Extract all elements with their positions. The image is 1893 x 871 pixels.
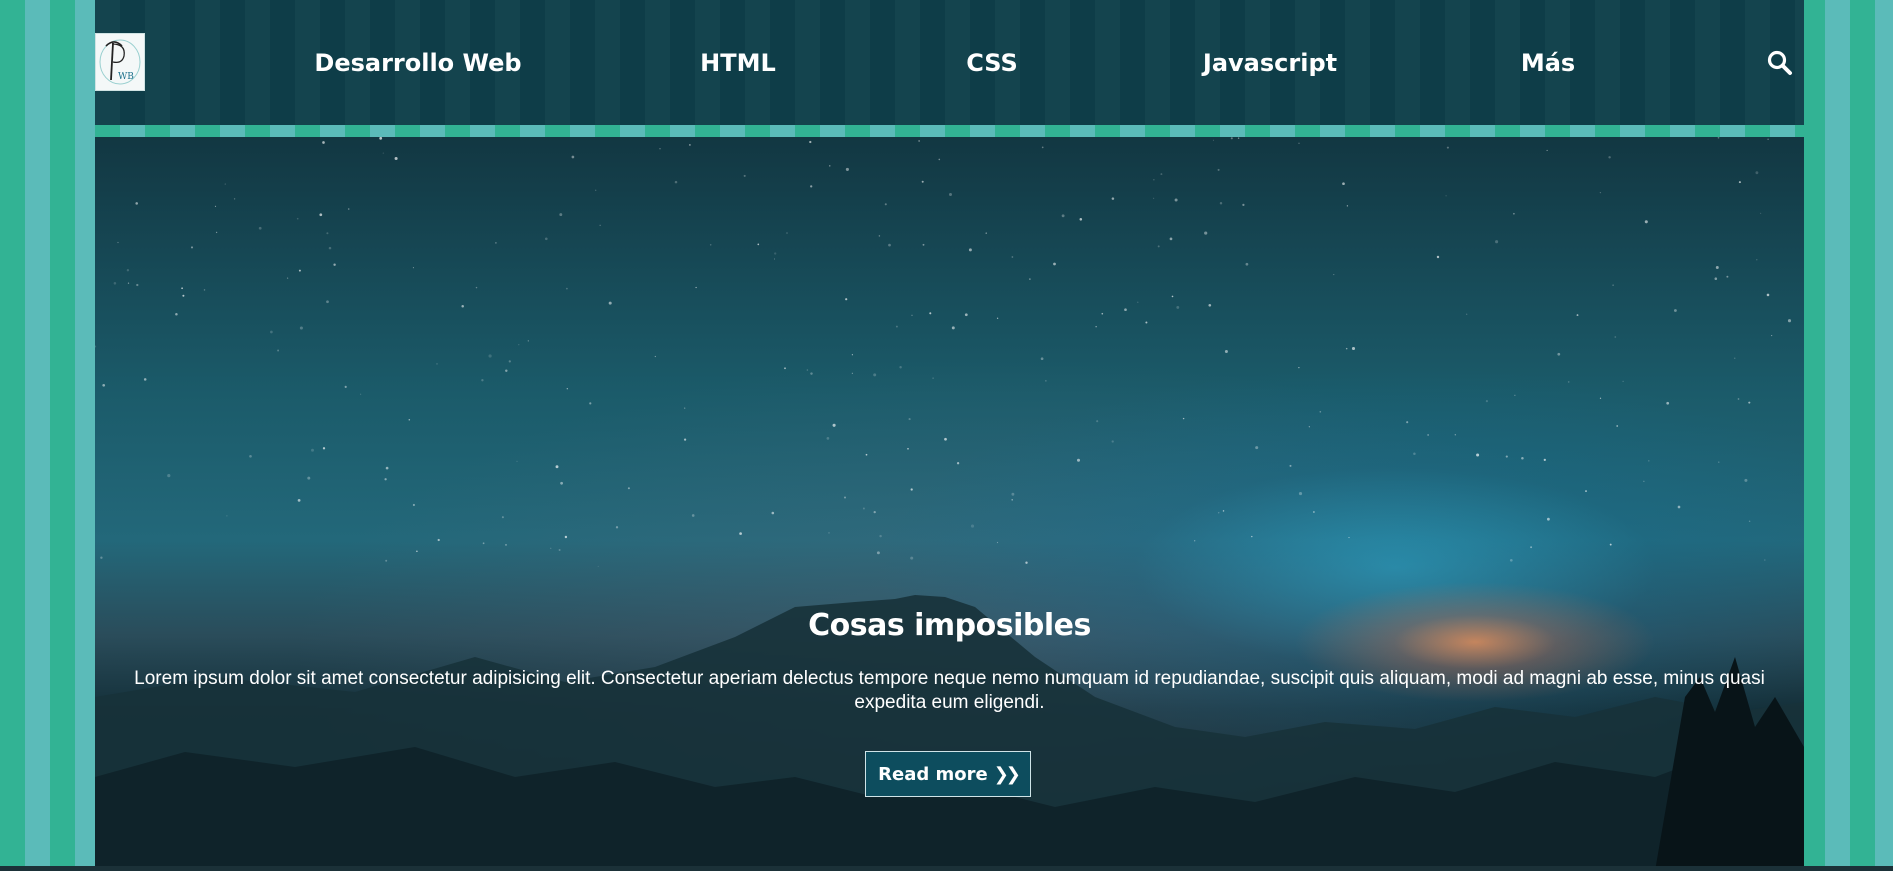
double-chevron-right-icon: ❯❯ [993,763,1021,785]
main-nav: Desarrollo Web HTML CSS Javascript Más [95,0,1804,125]
search-button[interactable] [1766,49,1794,77]
nav-item-css[interactable]: CSS [966,48,1018,78]
page-container: WB Desarrollo Web HTML CSS Javascript Má… [95,0,1804,871]
header-divider-stripe [95,125,1804,137]
bottom-edge [0,866,1893,871]
hero-title: Cosas imposibles [808,608,1091,643]
hero-description: Lorem ipsum dolor sit amet consectetur a… [134,668,1765,713]
hero-content: Cosas imposibles Lorem ipsum dolor sit a… [95,137,1804,871]
nav-item-javascript[interactable]: Javascript [1203,48,1337,78]
nav-item-desarrollo-web[interactable]: Desarrollo Web [314,48,521,78]
read-more-button[interactable]: Read more ❯❯ [865,751,1031,797]
search-icon [1767,50,1792,75]
nav-item-html[interactable]: HTML [700,48,776,78]
site-header: WB Desarrollo Web HTML CSS Javascript Má… [95,0,1804,125]
read-more-label: Read more [878,763,988,785]
nav-item-mas[interactable]: Más [1521,48,1575,78]
hero-banner: Cosas imposibles Lorem ipsum dolor sit a… [95,137,1804,871]
